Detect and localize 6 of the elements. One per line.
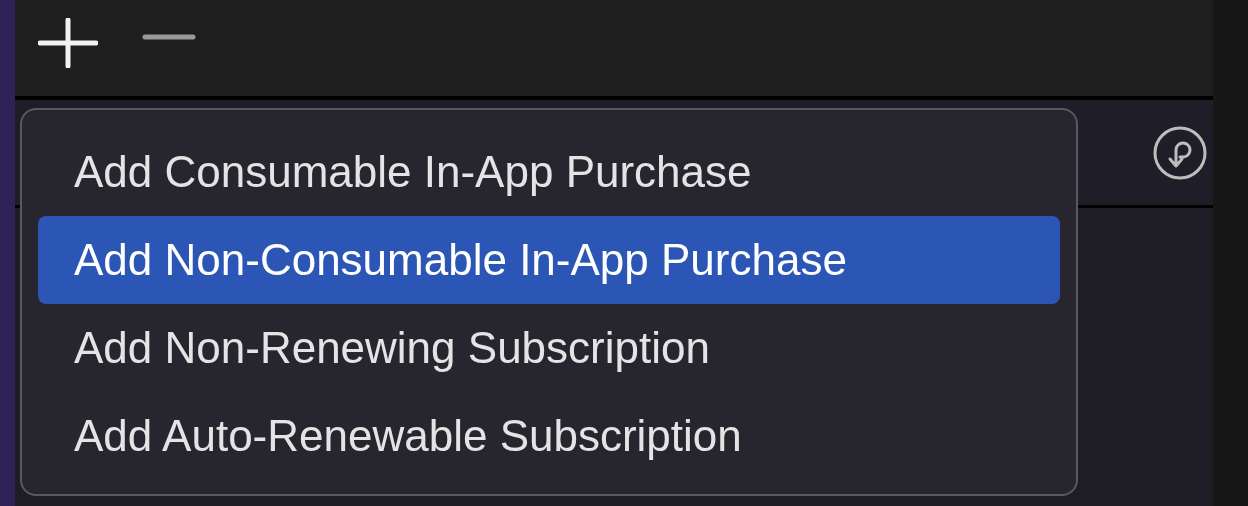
add-icon[interactable] xyxy=(38,18,98,68)
menu-item[interactable]: Add Non-Renewing Subscription xyxy=(38,304,1060,392)
menu-item[interactable]: Add Auto-Renewable Subscription xyxy=(38,392,1060,480)
remove-icon[interactable] xyxy=(142,34,196,40)
menu-item[interactable]: Add Consumable In-App Purchase xyxy=(38,128,1060,216)
menu-item[interactable]: Add Non-Consumable In-App Purchase xyxy=(38,216,1060,304)
